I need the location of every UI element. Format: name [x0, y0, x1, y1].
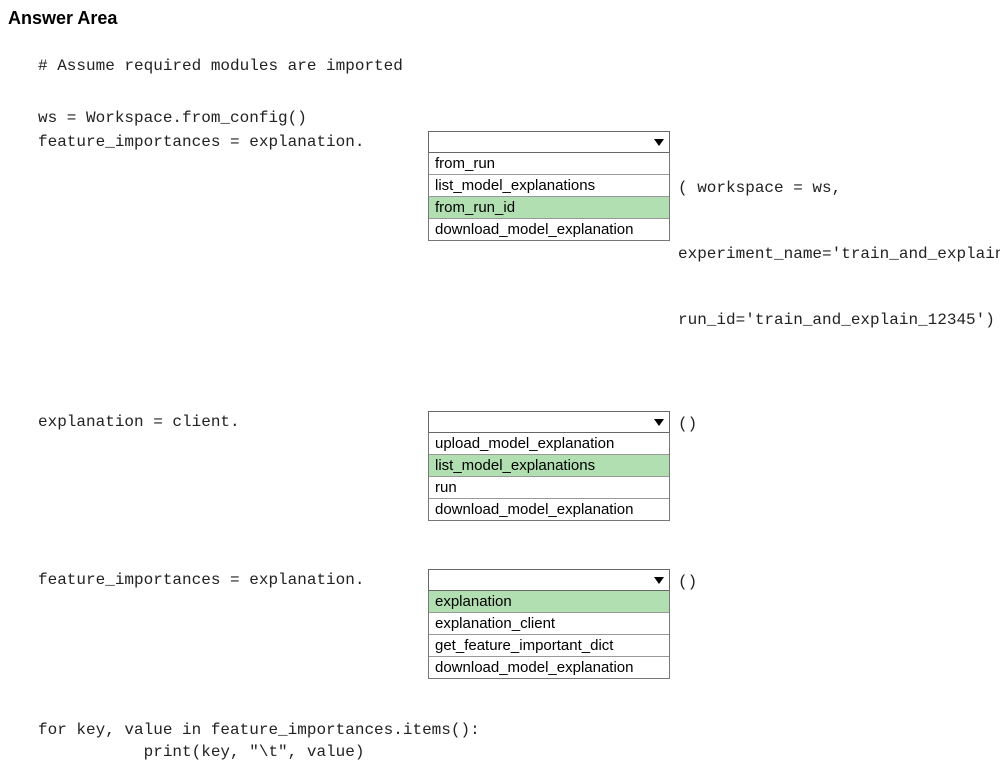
dropdown-2-option[interactable]: upload_model_explanation [429, 433, 669, 455]
code-line1-rhs2: experiment_name='train_and_explain', [678, 243, 1000, 265]
dropdown-3-select[interactable] [428, 569, 670, 591]
dropdown-3-list: explanation explanation_client get_featu… [428, 590, 670, 679]
code-ws-line: ws = Workspace.from_config() [8, 109, 1000, 127]
dropdown-2-select[interactable] [428, 411, 670, 433]
code-line1-lhs: feature_importances = explanation. [8, 133, 428, 151]
code-line3-lhs: feature_importances = explanation. [8, 571, 428, 589]
dropdown-1-select[interactable] [428, 131, 670, 153]
code-line2-rhs: () [670, 413, 697, 435]
dropdown-1-option[interactable]: from_run_id [429, 197, 669, 219]
dropdown-3-option[interactable]: download_model_explanation [429, 657, 669, 678]
dropdown-3-option[interactable]: explanation [429, 591, 669, 613]
dropdown-3[interactable]: explanation explanation_client get_featu… [428, 569, 670, 679]
dropdown-1-list: from_run list_model_explanations from_ru… [428, 152, 670, 241]
dropdown-2-option[interactable]: list_model_explanations [429, 455, 669, 477]
code-line1-rhs1: ( workspace = ws, [678, 177, 1000, 199]
code-line2-lhs: explanation = client. [8, 413, 428, 431]
dropdown-3-option[interactable]: explanation_client [429, 613, 669, 635]
code-line1-rhs: ( workspace = ws, experiment_name='train… [670, 133, 1000, 375]
code-line3-rhs: () [670, 571, 697, 593]
dropdown-1-option[interactable]: list_model_explanations [429, 175, 669, 197]
dropdown-1[interactable]: from_run list_model_explanations from_ru… [428, 131, 670, 241]
chevron-down-icon [653, 137, 665, 147]
dropdown-2-list: upload_model_explanation list_model_expl… [428, 432, 670, 521]
dropdown-2-option[interactable]: download_model_explanation [429, 499, 669, 520]
code-print-line: print(key, "\t", value) [8, 743, 1000, 761]
chevron-down-icon [653, 417, 665, 427]
code-for-line: for key, value in feature_importances.it… [8, 721, 1000, 739]
page-title: Answer Area [8, 8, 1000, 29]
dropdown-1-option[interactable]: download_model_explanation [429, 219, 669, 240]
dropdown-2-option[interactable]: run [429, 477, 669, 499]
code-line1-rhs3: run_id='train_and_explain_12345') [678, 309, 1000, 331]
dropdown-3-option[interactable]: get_feature_important_dict [429, 635, 669, 657]
chevron-down-icon [653, 575, 665, 585]
dropdown-1-option[interactable]: from_run [429, 153, 669, 175]
code-comment: # Assume required modules are imported [8, 57, 1000, 75]
dropdown-2[interactable]: upload_model_explanation list_model_expl… [428, 411, 670, 521]
